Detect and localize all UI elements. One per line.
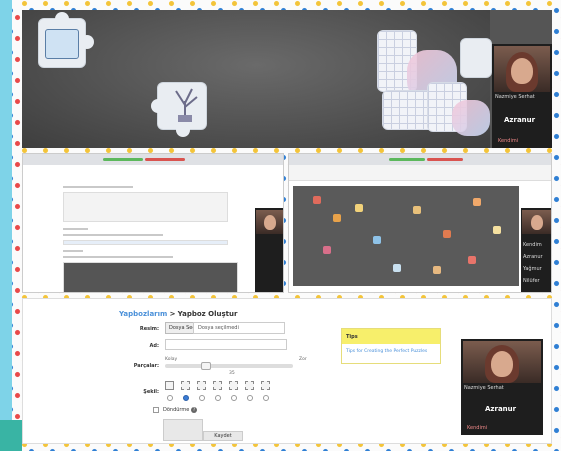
participant-footer-label: Kendimi <box>467 425 488 431</box>
shape-label: Şekil: <box>143 389 159 395</box>
shape-option[interactable] <box>245 381 254 390</box>
name-label: Ad: <box>149 343 159 349</box>
participant-video-tile[interactable] <box>521 208 551 236</box>
puzzle-board-surface[interactable] <box>22 10 492 148</box>
pieces-value: 35 <box>229 371 235 376</box>
puzzle-piece[interactable] <box>313 196 321 204</box>
text-line <box>63 186 133 188</box>
preview-image <box>63 262 238 292</box>
file-status: Dosya seçilmedi <box>193 322 285 334</box>
puzzle-piece[interactable] <box>333 214 341 222</box>
participant-label: Kendim <box>523 242 542 248</box>
breadcrumb: Yapbozlarım > Yapboz Oluştur <box>119 310 237 318</box>
shape-radio[interactable] <box>199 395 205 401</box>
puzzle-piece[interactable] <box>38 12 94 68</box>
bottom-left-teal-corner <box>0 420 22 451</box>
shape-option-square[interactable] <box>165 381 174 390</box>
puzzle-piece[interactable] <box>452 100 490 136</box>
text-line <box>63 234 163 236</box>
participant-video <box>522 210 551 234</box>
participant-small-label: Nazmiye Serhat <box>495 94 535 100</box>
text-line <box>63 250 83 252</box>
puzzle-board-panel: Nazmiye Serhat Azranur Kendimi <box>22 10 552 148</box>
puzzle-piece[interactable] <box>460 38 492 78</box>
save-button[interactable]: Kaydet <box>203 431 243 441</box>
site-header <box>289 165 551 181</box>
participant-label: Azranur <box>523 254 543 260</box>
shape-option[interactable] <box>197 381 206 390</box>
puzzle-piece[interactable] <box>493 226 501 234</box>
participant-video <box>463 341 541 383</box>
pieces-slider-track[interactable] <box>165 364 293 368</box>
participant-video <box>256 210 283 234</box>
participant-small-label: Nazmiye Serhat <box>464 385 504 391</box>
browser-toolbar <box>23 154 283 165</box>
participant-label: Nilüfer <box>523 278 540 284</box>
participant-footer-label: Kendimi <box>498 138 519 144</box>
shape-radio[interactable] <box>167 395 173 401</box>
participant-video-tile[interactable]: Nazmiye Serhat Azranur Kendimi <box>492 44 552 148</box>
text-line <box>63 256 173 258</box>
tips-box: Tips Tips for Creating the Perfect Puzzl… <box>341 328 441 364</box>
text-line <box>63 228 88 230</box>
shape-option[interactable] <box>229 381 238 390</box>
participant-video-tile[interactable] <box>255 208 283 292</box>
rotate-label: Döndürme <box>163 407 190 413</box>
puzzle-piece[interactable] <box>151 82 207 137</box>
shape-radio[interactable] <box>247 395 253 401</box>
puzzle-preview-panel: Kendim Azranur Yağmur Nilüfer <box>288 153 552 293</box>
puzzle-board-surface[interactable] <box>293 186 519 286</box>
difficulty-easy-label: Kolay <box>165 357 178 362</box>
shape-option-classic[interactable] <box>181 381 190 390</box>
puzzle-piece[interactable] <box>373 236 381 244</box>
instructions-screen-panel <box>22 153 284 293</box>
tips-title: Tips <box>342 329 440 344</box>
shape-radio-selected[interactable] <box>183 395 189 401</box>
pieces-label: Parçalar: <box>133 363 159 369</box>
shape-radio[interactable] <box>263 395 269 401</box>
rotate-checkbox[interactable] <box>153 407 159 413</box>
puzzle-piece[interactable] <box>323 246 331 254</box>
puzzle-piece[interactable] <box>393 264 401 272</box>
tips-link[interactable]: Tips for Creating the Perfect Puzzles <box>342 344 440 359</box>
participant-video-tile[interactable]: Nazmiye Serhat Azranur Kendimi <box>461 339 543 435</box>
left-teal-strip <box>0 0 12 451</box>
puzzle-piece[interactable] <box>413 206 421 214</box>
puzzle-piece[interactable] <box>443 230 451 238</box>
image-label: Resim: <box>139 326 159 332</box>
puzzle-piece[interactable] <box>468 256 476 264</box>
participant-name: Azranur <box>485 405 517 413</box>
breadcrumb-separator: > <box>169 310 176 318</box>
pieces-slider-thumb[interactable] <box>201 362 211 370</box>
participant-name: Azranur <box>504 116 536 124</box>
difficulty-hard-label: Zor <box>299 357 307 362</box>
browser-toolbar <box>289 154 551 165</box>
puzzle-piece[interactable] <box>473 198 481 206</box>
help-icon[interactable]: ? <box>191 407 197 413</box>
shape-option[interactable] <box>261 381 270 390</box>
name-input[interactable] <box>165 339 287 350</box>
url-box <box>63 240 228 245</box>
puzzle-piece[interactable] <box>433 266 441 274</box>
calculator-icon <box>45 29 79 59</box>
preview-box <box>163 419 203 441</box>
shape-radio[interactable] <box>215 395 221 401</box>
shape-option[interactable] <box>213 381 222 390</box>
breadcrumb-current: Yapboz Oluştur <box>177 310 238 318</box>
participant-label: Yağmur <box>523 266 542 272</box>
shape-radio[interactable] <box>231 395 237 401</box>
plant-icon <box>175 88 198 122</box>
create-puzzle-panel: Yapbozlarım > Yapboz Oluştur Resim: Dosy… <box>22 298 552 444</box>
puzzle-piece[interactable] <box>355 204 363 212</box>
code-block <box>63 192 228 222</box>
participant-video <box>494 46 550 92</box>
breadcrumb-link-my-puzzles[interactable]: Yapbozlarım <box>119 310 167 318</box>
